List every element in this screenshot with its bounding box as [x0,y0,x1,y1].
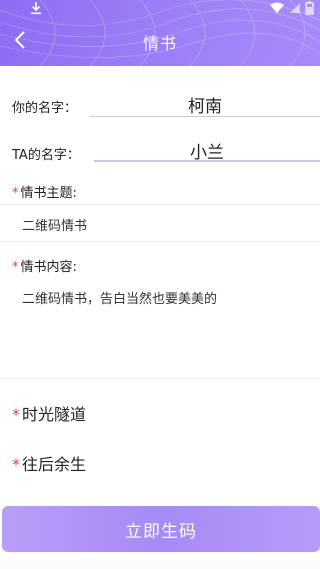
theme-input[interactable]: 二维码情书 [22,215,87,234]
ta-name-label: TA的名字： [12,148,80,163]
future-label: 往后余生 [22,455,87,474]
theme-label: * 情书主题: [12,182,77,201]
required-mark: * [12,405,20,424]
time-tunnel-row[interactable]: * 时光隧道 [12,401,86,425]
required-mark: * [12,260,19,275]
theme-label-text: 情书主题: [20,186,77,201]
status-bar [0,0,320,16]
download-icon [31,2,41,15]
your-name-row: 你的名字： 柯南 [0,84,320,124]
your-name-label: 你的名字： [12,101,78,116]
time-tunnel-label: 时光隧道 [22,405,87,424]
required-mark: * [12,455,20,474]
ta-name-row: TA的名字： 小兰 [0,131,320,171]
your-name-input[interactable]: 柯南 [90,92,320,117]
status-icons [269,1,314,15]
your-name-underline [90,116,320,117]
ta-name-underline [94,160,320,162]
signal-icon [290,3,300,13]
wifi-icon [270,2,284,13]
bottom-edge [0,560,320,569]
required-mark: * [12,186,19,201]
content-label: * 情书内容: [12,256,77,275]
divider [0,204,320,205]
divider [0,378,320,379]
content-textarea[interactable]: 二维码情书，告白当然也要美美的 [22,288,312,376]
future-row[interactable]: * 往后余生 [12,451,86,475]
page-title: 情书 [142,34,177,53]
app-header: 情书 [0,0,320,66]
content-label-text: 情书内容: [20,260,77,275]
generate-button[interactable]: 立即生码 [2,506,320,552]
battery-icon [305,1,314,15]
divider [0,241,320,242]
